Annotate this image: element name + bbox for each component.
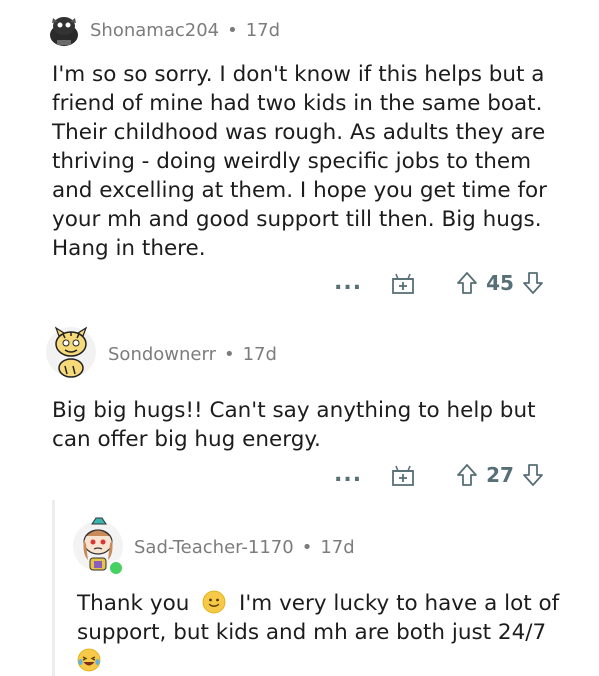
comment-line: Their childhood was rough. As adults the… <box>52 120 546 145</box>
username[interactable]: Sad-Teacher-1170 <box>134 537 294 558</box>
comment-line: and excelling at them. I hope you get ti… <box>52 178 548 203</box>
comment-line: support, but kids and mh are both just 2… <box>77 620 547 645</box>
slightly-smiling-face-icon <box>202 590 226 614</box>
comment-line: Big big hugs!! Can't say anything to hel… <box>52 398 536 423</box>
laughing-tears-face-icon <box>77 648 101 672</box>
thread-line[interactable] <box>52 500 55 676</box>
separator-dot: • <box>223 344 235 365</box>
comment-line: Thank you I'm very lucky to have a lot o… <box>77 589 559 618</box>
comment-line <box>77 647 559 676</box>
award-button[interactable] <box>390 462 416 488</box>
upvote-arrow-icon <box>457 272 477 294</box>
avatar-snoo-dark-icon <box>50 17 78 46</box>
timestamp: 17d <box>242 344 277 365</box>
comment-actions: ... 45 <box>334 268 544 298</box>
award-button[interactable] <box>390 270 416 296</box>
timestamp: 17d <box>320 537 355 558</box>
comment-line: friend of mine had two kids in the same … <box>52 91 543 116</box>
vote-count: 45 <box>486 271 514 295</box>
separator-dot: • <box>301 537 313 558</box>
downvote-arrow-icon <box>523 272 543 294</box>
avatar[interactable] <box>72 514 124 576</box>
comment-line: I'm so so sorry. I don't know if this he… <box>52 62 545 87</box>
more-options-button[interactable]: ... <box>334 272 362 294</box>
comment-body: Big big hugs!! Can't say anything to hel… <box>52 396 536 454</box>
online-status-indicator <box>108 560 124 576</box>
upvote-arrow-icon <box>457 464 477 486</box>
upvote-button[interactable] <box>456 463 478 487</box>
vote-count: 27 <box>486 463 514 487</box>
gift-icon <box>392 465 414 486</box>
downvote-button[interactable] <box>522 271 544 295</box>
comment-text: Thank you <box>77 591 190 616</box>
upvote-button[interactable] <box>456 271 478 295</box>
comment-body: Thank you I'm very lucky to have a lot o… <box>77 589 559 676</box>
comment-text: I'm very lucky to have a lot of <box>239 591 560 616</box>
downvote-button[interactable] <box>522 463 544 487</box>
username[interactable]: Sondownerr <box>108 344 216 365</box>
gift-icon <box>392 273 414 294</box>
more-options-button[interactable]: ... <box>334 464 362 486</box>
comment-line: your mh and good support till then. Big … <box>52 207 542 232</box>
avatar[interactable] <box>45 322 97 380</box>
comment-actions: ... 27 <box>334 460 544 490</box>
timestamp: 17d <box>245 20 281 41</box>
comment-line: thriving - doing weirdly specific jobs t… <box>52 149 532 174</box>
downvote-arrow-icon <box>523 464 543 486</box>
separator-dot: • <box>227 20 238 41</box>
avatar[interactable] <box>44 10 84 50</box>
username[interactable]: Shonamac204 <box>90 20 219 41</box>
comment-line: can offer big hug energy. <box>52 427 321 452</box>
comment-line: Hang in there. <box>52 236 206 261</box>
avatar-snoo-tiger-icon <box>46 326 96 378</box>
comment-body: I'm so so sorry. I don't know if this he… <box>52 60 547 263</box>
